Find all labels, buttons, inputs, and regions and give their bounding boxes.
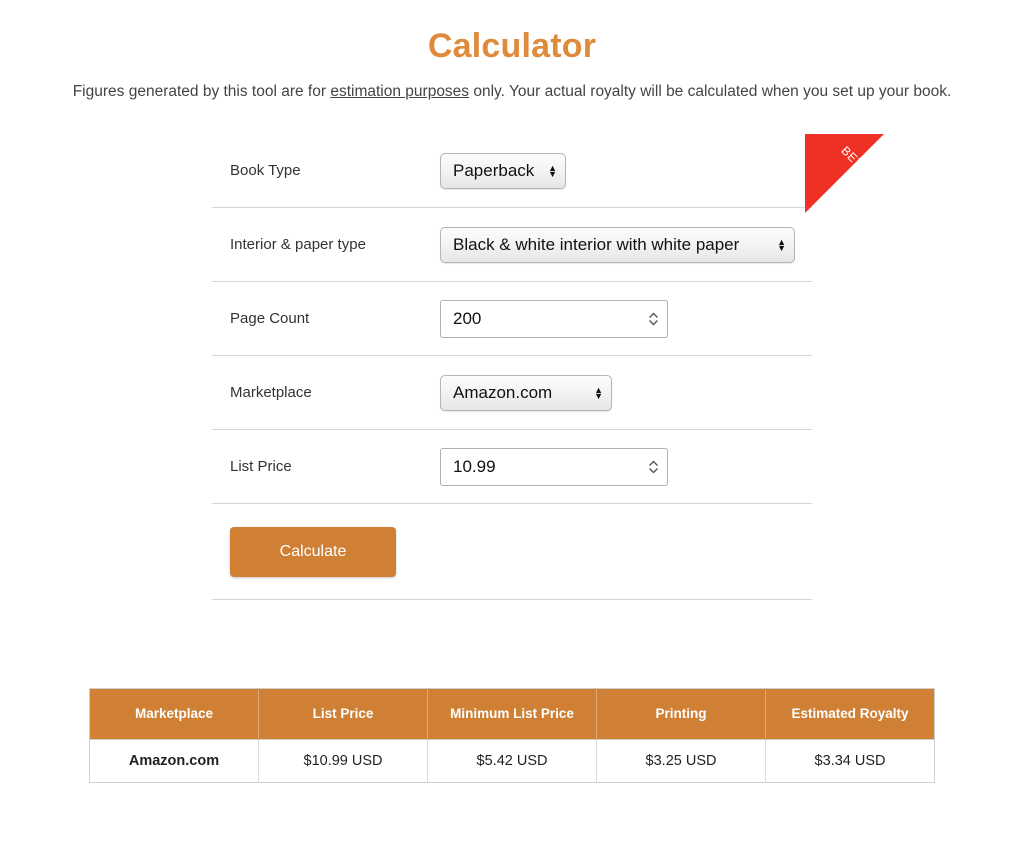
subtitle-text-after: only. Your actual royalty will be calcul…: [469, 83, 952, 100]
label-book-type: Book Type: [230, 162, 301, 180]
number-spinner-icon[interactable]: [648, 312, 659, 326]
cell-estimated-royalty: $3.34 USD: [765, 739, 935, 783]
form-row-marketplace: Marketplace Amazon.com ▲ ▼: [212, 356, 812, 431]
number-spinner-icon[interactable]: [648, 460, 659, 474]
col-header-list-price: List Price: [258, 688, 428, 740]
interior-paper-type-select[interactable]: Black & white interior with white paper …: [440, 226, 795, 263]
cell-marketplace: Amazon.com: [89, 739, 259, 783]
calculate-button[interactable]: Calculate: [230, 526, 396, 577]
page-count-input[interactable]: 200: [440, 299, 668, 338]
chevron-up-icon[interactable]: [648, 460, 659, 467]
book-type-select[interactable]: Paperback ▲ ▼: [440, 152, 566, 189]
form-row-interior-paper-type: Interior & paper type Black & white inte…: [212, 208, 812, 283]
calculator-form: BETA Book Type Paperback ▲ ▼ Interior & p…: [212, 134, 884, 601]
results-table-body: Amazon.com $10.99 USD $5.42 USD $3.25 US…: [89, 739, 935, 783]
beta-ribbon: BETA: [805, 134, 884, 214]
chevron-updown-icon: ▲ ▼: [594, 384, 603, 401]
interior-paper-type-select-value: Black & white interior with white paper: [453, 234, 740, 254]
form-row-page-count: Page Count 200: [212, 282, 812, 357]
col-header-minimum-list-price: Minimum List Price: [427, 688, 597, 740]
col-header-estimated-royalty: Estimated Royalty: [765, 688, 935, 740]
estimation-purposes-link[interactable]: estimation purposes: [330, 83, 469, 100]
chevron-updown-icon: ▲ ▼: [548, 162, 557, 179]
field-page-count: 200: [440, 299, 812, 338]
chevron-up-icon[interactable]: [648, 312, 659, 319]
chevron-down-icon[interactable]: [648, 467, 659, 474]
book-type-select-value: Paperback: [453, 160, 535, 180]
field-interior-paper-type: Black & white interior with white paper …: [440, 226, 812, 263]
results-table-head: Marketplace List Price Minimum List Pric…: [89, 688, 935, 740]
marketplace-select[interactable]: Amazon.com ▲ ▼: [440, 374, 612, 411]
cell-minimum-list-price: $5.42 USD: [427, 739, 597, 783]
field-marketplace: Amazon.com ▲ ▼: [440, 374, 812, 411]
form-row-calculate: Calculate: [212, 504, 812, 601]
table-row: Amazon.com $10.99 USD $5.42 USD $3.25 US…: [89, 739, 935, 783]
results-table-container: Marketplace List Price Minimum List Pric…: [89, 688, 935, 784]
label-marketplace: Marketplace: [230, 384, 312, 402]
label-list-price: List Price: [230, 458, 292, 476]
table-header-row: Marketplace List Price Minimum List Pric…: [89, 688, 935, 740]
page-subtitle: Figures generated by this tool are for e…: [0, 66, 1024, 102]
label-interior-paper-type: Interior & paper type: [230, 236, 366, 254]
beta-ribbon-label: BETA: [838, 143, 872, 177]
results-table: Marketplace List Price Minimum List Pric…: [89, 688, 935, 784]
label-page-count: Page Count: [230, 310, 310, 328]
form-row-book-type: Book Type Paperback ▲ ▼: [212, 134, 812, 209]
marketplace-select-value: Amazon.com: [453, 382, 553, 402]
list-price-input[interactable]: 10.99: [440, 447, 668, 486]
chevron-updown-icon: ▲ ▼: [777, 236, 786, 253]
form-row-list-price: List Price 10.99: [212, 430, 812, 505]
subtitle-text-before: Figures generated by this tool are for: [72, 83, 331, 100]
col-header-printing: Printing: [596, 688, 766, 740]
col-header-marketplace: Marketplace: [89, 688, 259, 740]
field-list-price: 10.99: [440, 447, 812, 486]
page-count-value: 200: [453, 308, 482, 328]
page-title: Calculator: [427, 27, 597, 65]
cell-printing: $3.25 USD: [596, 739, 766, 783]
field-book-type: Paperback ▲ ▼: [440, 152, 812, 189]
chevron-down-icon[interactable]: [648, 319, 659, 326]
cell-list-price: $10.99 USD: [258, 739, 428, 783]
list-price-value: 10.99: [453, 456, 496, 476]
